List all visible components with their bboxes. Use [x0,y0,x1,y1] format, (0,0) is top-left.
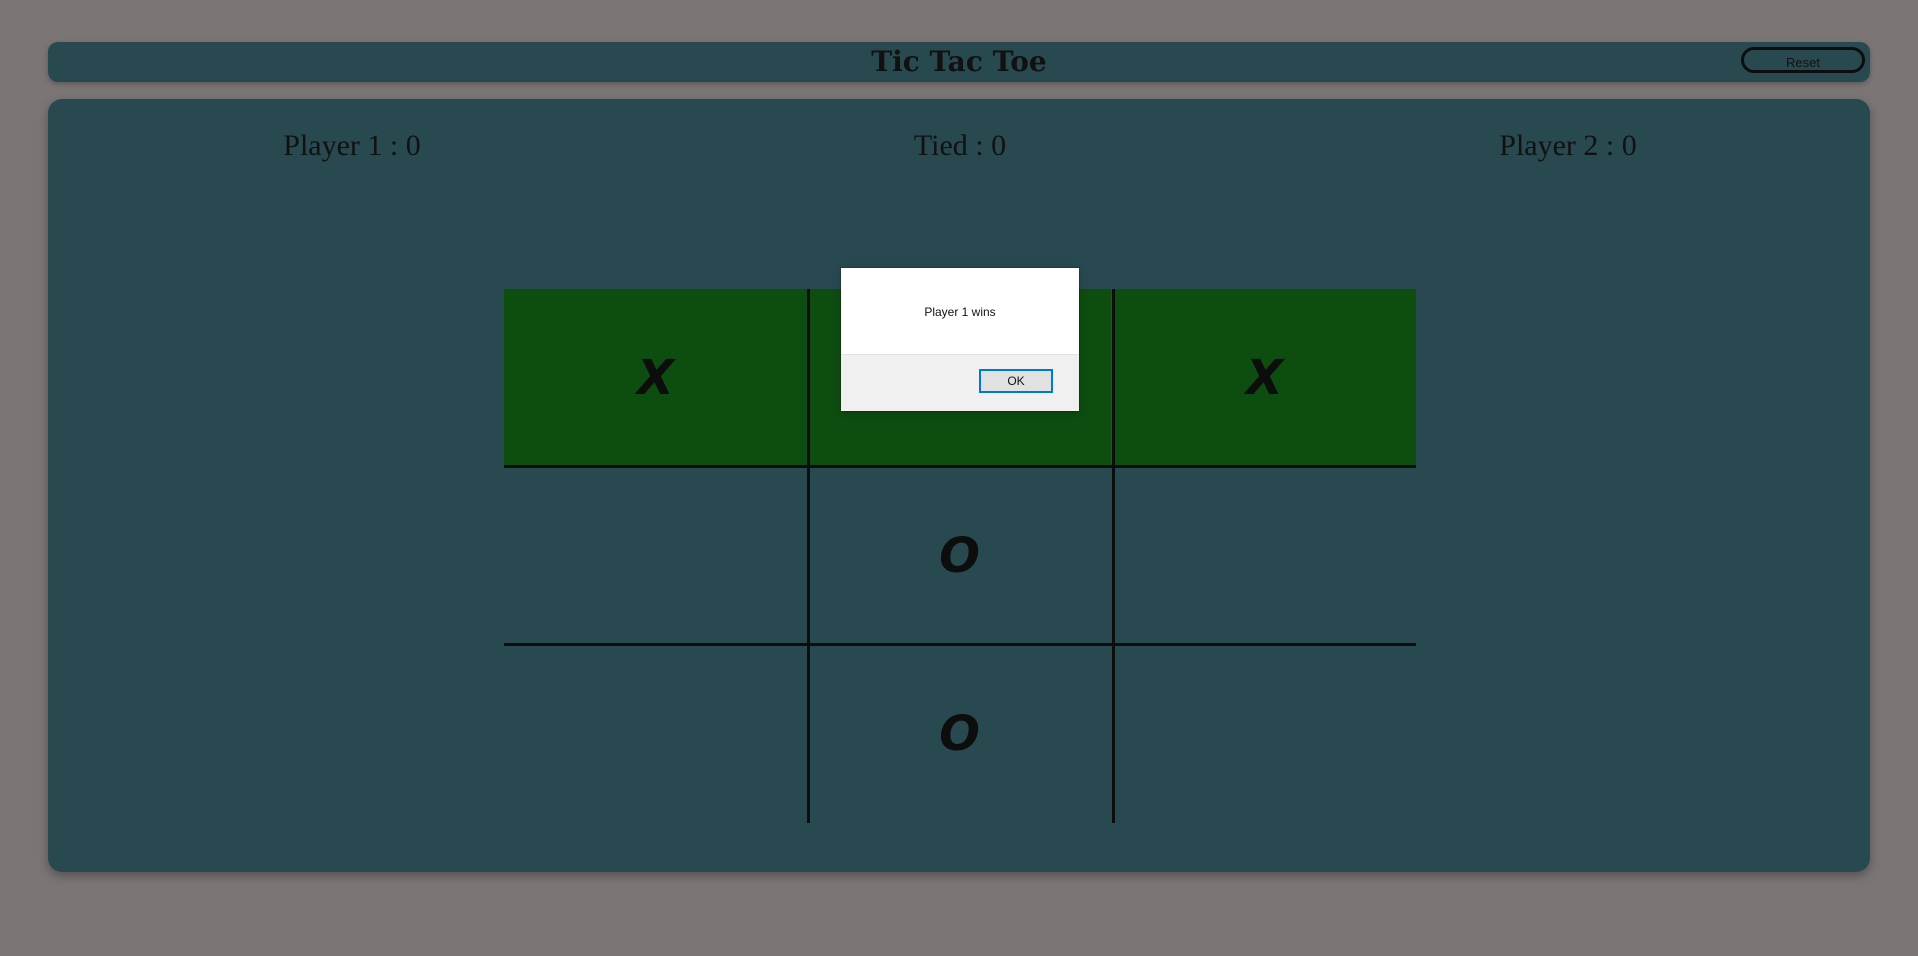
board-cell-2-2[interactable] [1113,645,1416,823]
tied-score: Tied : 0 [913,129,1007,162]
grid-line-horizontal-2 [504,643,1416,646]
board-cell-0-2[interactable]: X [1113,289,1416,467]
board-cell-1-1[interactable]: O [808,467,1111,645]
header-bar: Tic Tac Toe Reset [48,42,1870,82]
grid-line-vertical-2 [1112,289,1115,823]
dialog-message: Player 1 wins [924,305,996,319]
ok-button[interactable]: OK [979,369,1053,393]
game-panel: Player 1 : 0 Tied : 0 Player 2 : 0 X X O… [48,99,1870,872]
reset-button[interactable]: Reset [1741,47,1865,73]
grid-line-vertical-1 [807,289,810,823]
alert-dialog: Player 1 wins OK [841,268,1079,411]
grid-line-horizontal-1 [504,465,1416,468]
board-cell-2-1[interactable]: O [808,645,1111,823]
board-cell-0-0[interactable]: X [504,289,807,467]
board-cell-1-0[interactable] [504,467,807,645]
board-cell-1-2[interactable] [1113,467,1416,645]
dialog-footer: OK [841,354,1079,411]
player2-score: Player 2 : 0 [1499,129,1637,162]
board-cell-2-0[interactable] [504,645,807,823]
page-title: Tic Tac Toe [871,45,1047,78]
player1-score: Player 1 : 0 [283,129,421,162]
